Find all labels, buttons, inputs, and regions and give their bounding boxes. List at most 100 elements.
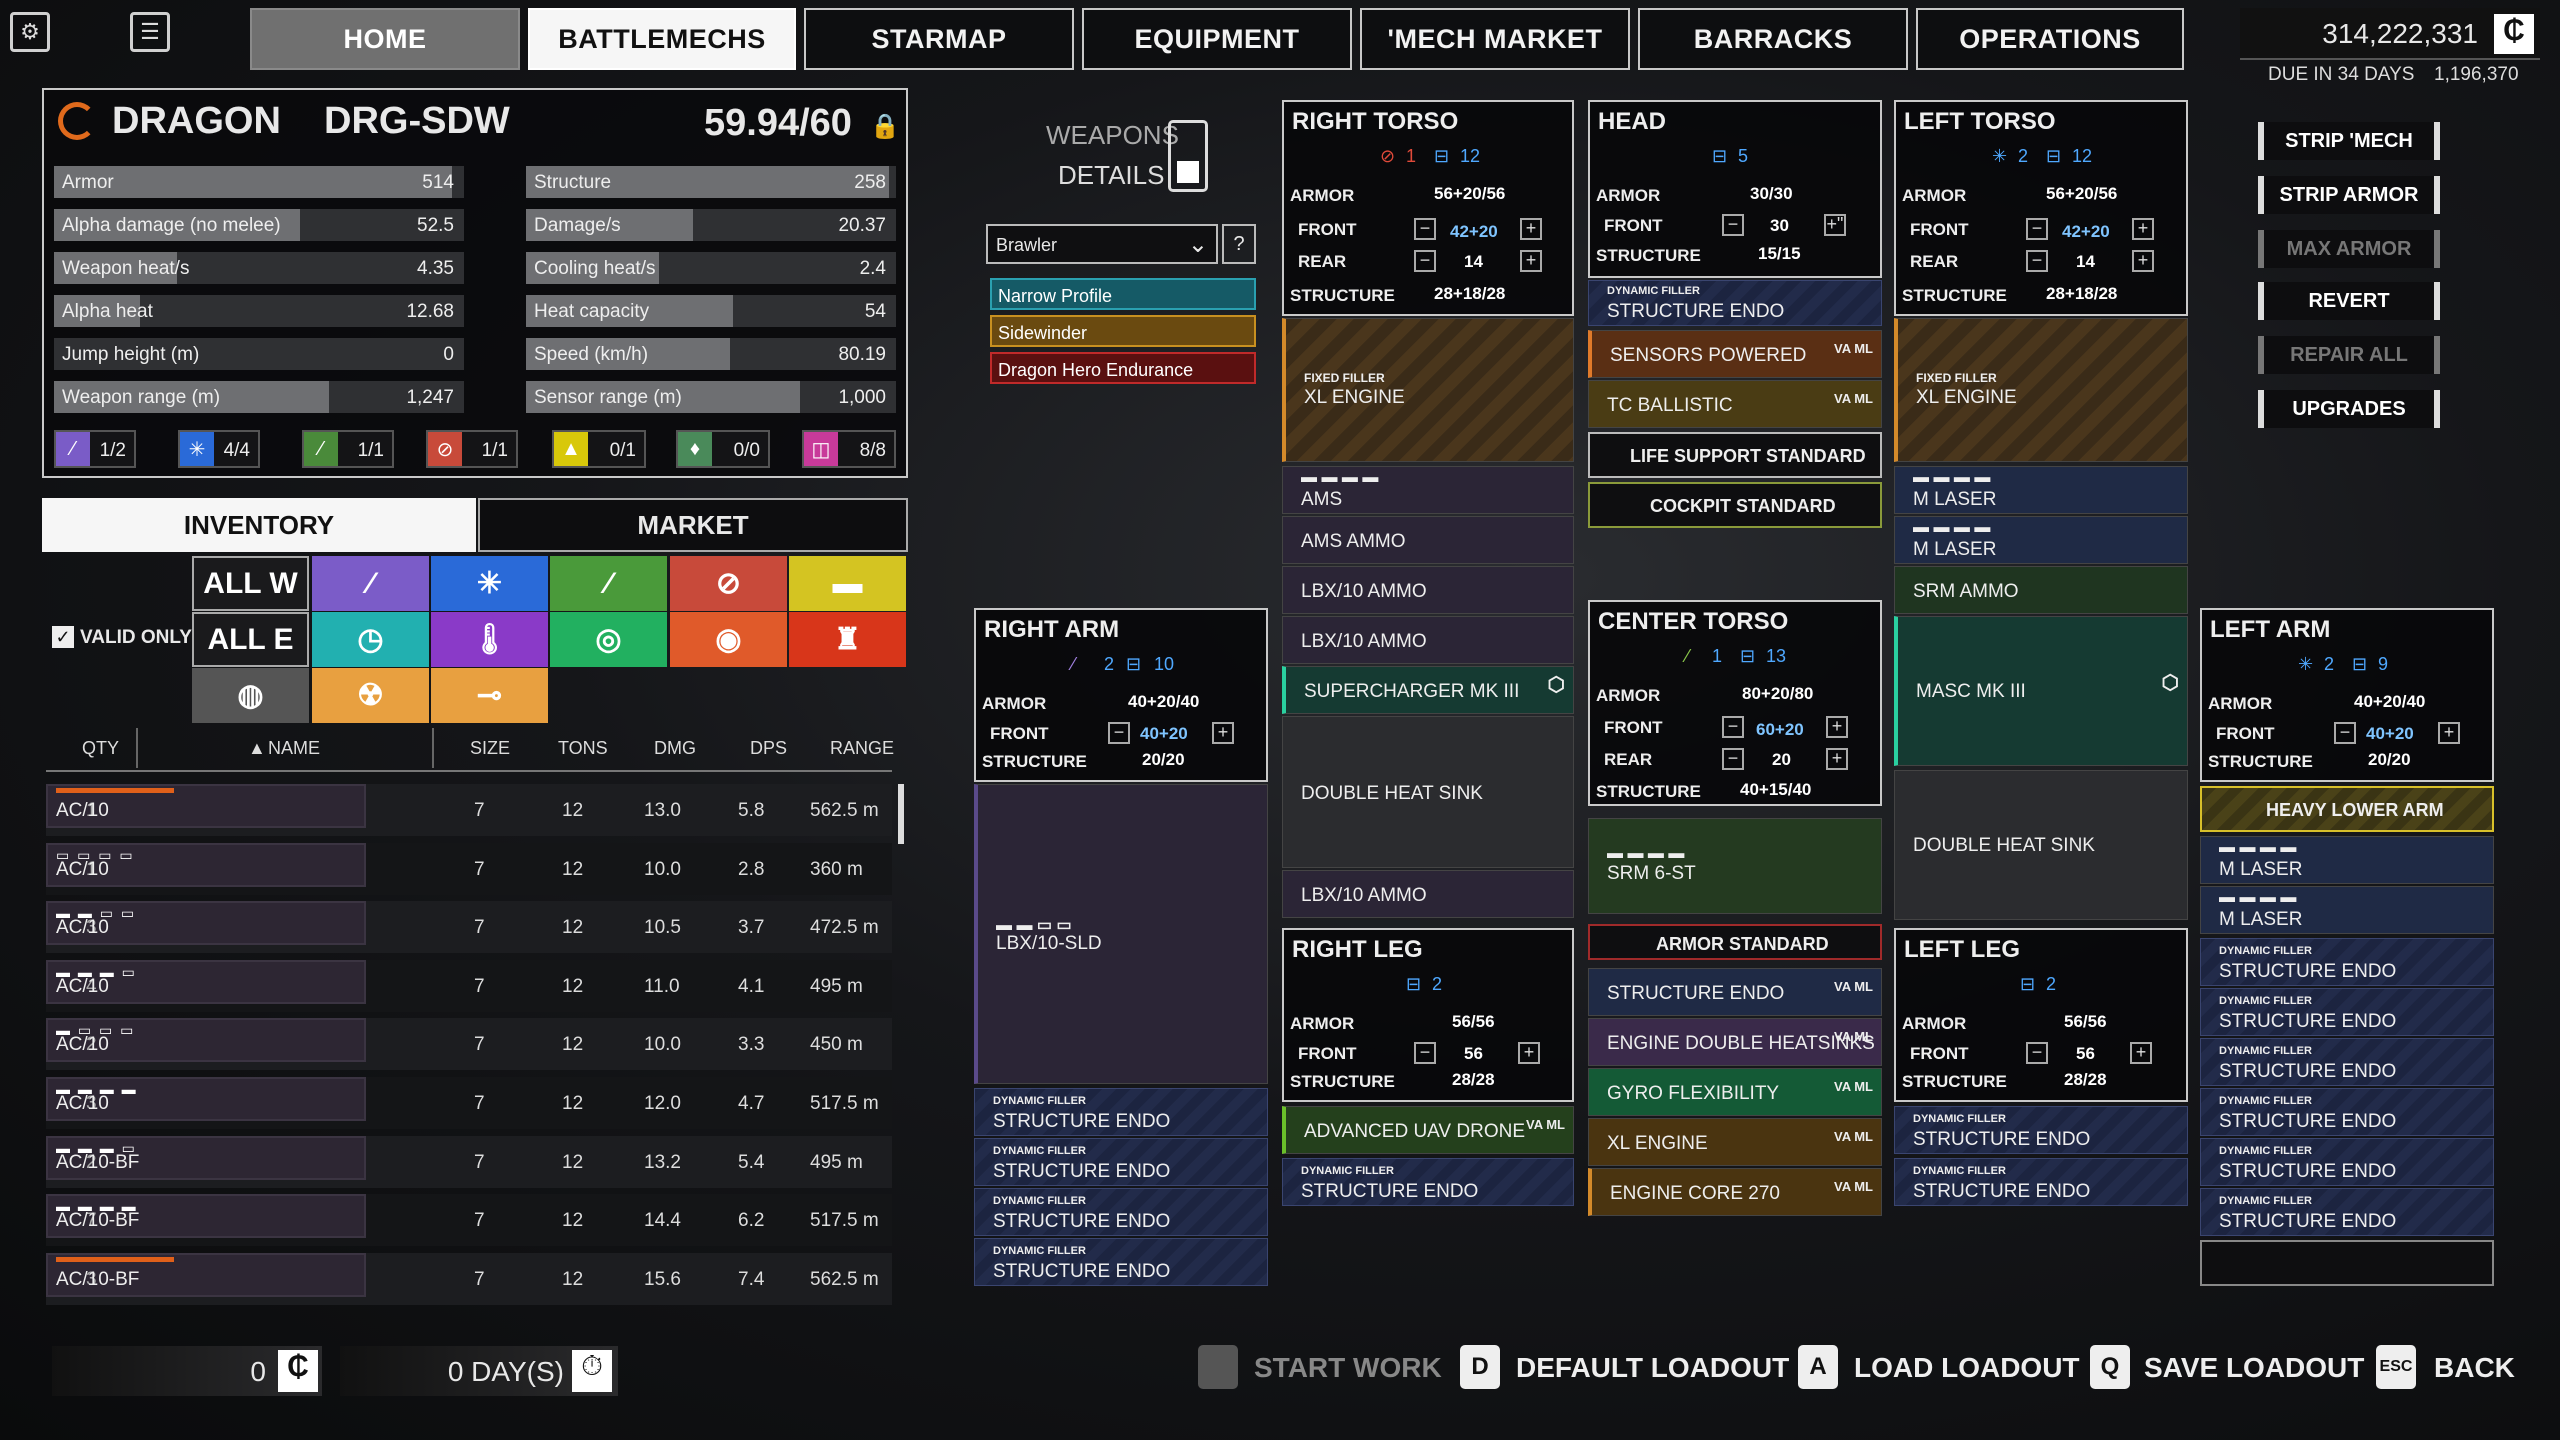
slot-double-heat-sink[interactable]: DOUBLE HEAT SINK <box>1894 770 2188 920</box>
part-left-torso[interactable]: LEFT TORSO ✳ 2 ⊟ 12 ARMOR 56+20/56 FRONT −42… <box>1894 100 2188 316</box>
plus-button[interactable]: + <box>2438 722 2460 744</box>
slot-structure-endo[interactable]: DYNAMIC FILLER STRUCTURE ENDO <box>2200 988 2494 1036</box>
minus-button[interactable]: − <box>2026 218 2048 240</box>
slot-structure-endo[interactable]: DYNAMIC FILLER STRUCTURE ENDO <box>2200 1088 2494 1136</box>
col-qty[interactable]: QTY <box>82 738 119 759</box>
scrollbar[interactable] <box>898 784 904 844</box>
slot-ams[interactable]: ▬ ▬ ▬ ▬ AMS <box>1282 466 1574 514</box>
tab-operations[interactable]: OPERATIONS <box>1916 8 2184 70</box>
plus-button[interactable]: + <box>1520 218 1542 240</box>
back-button[interactable]: BACK <box>2434 1352 2515 1384</box>
slot-armor-standard[interactable]: ARMOR STANDARD <box>1588 924 1882 960</box>
slot-lbx-ammo[interactable]: LBX/10 AMMO <box>1282 566 1574 614</box>
slot-cockpit[interactable]: COCKPIT STANDARD <box>1588 482 1882 528</box>
slot-engine-heatsinks[interactable]: ENGINE DOUBLE HEATSINKS VA ML <box>1588 1018 1882 1066</box>
filter-all-equipment[interactable]: ALL E <box>192 612 309 667</box>
slot-xl-engine[interactable]: XL ENGINE VA ML <box>1588 1118 1882 1166</box>
load-loadout-key[interactable]: A <box>1798 1345 1838 1389</box>
table-row[interactable]: 2 ▬ ▬ ▬ ▭ AC/10-BF 7 12 13.2 5.4 495 m <box>46 1135 892 1188</box>
tab-starmap[interactable]: STARMAP <box>804 8 1074 70</box>
part-center-torso[interactable]: CENTER TORSO ⁄ 1 ⊟ 13 ARMOR 80+20/80 FRONT −… <box>1588 600 1882 806</box>
minus-button[interactable]: − <box>1414 1042 1436 1064</box>
minus-button[interactable]: − <box>1414 218 1436 240</box>
valid-only-checkbox[interactable]: ✓ <box>52 626 74 648</box>
minus-button[interactable]: − <box>1414 250 1436 272</box>
col-dps[interactable]: DPS <box>750 738 787 759</box>
minus-button[interactable]: − <box>2334 722 2356 744</box>
slot-lbx-ammo[interactable]: LBX/10 AMMO <box>1282 616 1574 664</box>
max-armor-button[interactable]: MAX ARMOR <box>2258 230 2440 268</box>
col-name[interactable]: NAME <box>268 738 320 759</box>
filter-all-weapons[interactable]: ALL W <box>192 556 309 611</box>
filter-missile-icon[interactable]: ▬ <box>789 556 906 611</box>
start-work-button[interactable]: START WORK <box>1254 1352 1442 1384</box>
slot-structure-endo[interactable]: DYNAMIC FILLER STRUCTURE ENDO <box>2200 938 2494 986</box>
minus-button[interactable]: − <box>2026 250 2048 272</box>
filter-mech-icon[interactable]: ♜ <box>789 612 906 667</box>
plus-button[interactable]: + <box>2132 218 2154 240</box>
filter-heat-icon[interactable]: 🌡 <box>431 612 548 667</box>
back-key[interactable]: ESC <box>2376 1345 2416 1389</box>
plus-button[interactable]: + <box>1826 716 1848 738</box>
slot-uav-drone[interactable]: ADVANCED UAV DRONE VA ML <box>1282 1106 1574 1154</box>
table-row[interactable]: 4 ▬ ▬ ▬ ▭ AC/10 7 12 11.0 4.1 495 m <box>46 959 892 1012</box>
slot-ams-ammo[interactable]: AMS AMMO <box>1282 516 1574 564</box>
table-row[interactable]: 3 AC/10-BF 7 12 15.6 7.4 562.5 m <box>46 1252 892 1305</box>
slot-structure-endo[interactable]: DYNAMIC FILLER STRUCTURE ENDO <box>974 1138 1268 1186</box>
strip-mech-button[interactable]: STRIP 'MECH <box>2258 122 2440 160</box>
save-loadout-button[interactable]: SAVE LOADOUT <box>2144 1352 2364 1384</box>
plus-button[interactable]: + <box>2132 250 2154 272</box>
strip-armor-button[interactable]: STRIP ARMOR <box>2258 176 2440 214</box>
slot-structure-endo[interactable]: DYNAMIC FILLER STRUCTURE ENDO <box>974 1238 1268 1286</box>
slot-srm-6-st[interactable]: ▬ ▬ ▬ ▬ SRM 6-ST <box>1588 818 1882 914</box>
slot-m-laser[interactable]: ▬ ▬ ▬ ▬ M LASER <box>2200 886 2494 934</box>
loadout-dropdown[interactable]: Brawler ⌄ <box>986 224 1218 264</box>
slot-gyro[interactable]: GYRO FLEXIBILITY VA ML <box>1588 1068 1882 1116</box>
save-loadout-key[interactable]: Q <box>2090 1345 2130 1389</box>
slot-xl-engine[interactable]: FIXED FILLER XL ENGINE <box>1894 318 2188 462</box>
slot-m-laser[interactable]: ▬ ▬ ▬ ▬ M LASER <box>1894 516 2188 564</box>
tab-inventory[interactable]: INVENTORY <box>42 498 476 552</box>
slot-m-laser[interactable]: ▬ ▬ ▬ ▬ M LASER <box>2200 836 2494 884</box>
slot-structure-endo[interactable]: DYNAMIC FILLER STRUCTURE ENDO <box>1894 1158 2188 1206</box>
upgrades-button[interactable]: UPGRADES <box>2258 390 2440 428</box>
plus-button[interactable]: + <box>1518 1042 1540 1064</box>
slot-structure-endo[interactable]: DYNAMIC FILLER STRUCTURE ENDO <box>2200 1188 2494 1236</box>
slot-heavy-lower-arm[interactable]: HEAVY LOWER ARM <box>2200 786 2494 832</box>
default-loadout-key[interactable]: D <box>1460 1345 1500 1389</box>
filter-armor-icon[interactable]: ◍ <box>192 668 309 723</box>
revert-button[interactable]: REVERT <box>2258 282 2440 320</box>
slot-sensors[interactable]: SENSORS POWERED VA ML <box>1588 330 1882 378</box>
load-loadout-button[interactable]: LOAD LOADOUT <box>1854 1352 2080 1384</box>
slot-structure-endo[interactable]: DYNAMIC FILLER STRUCTURE ENDO <box>2200 1138 2494 1186</box>
filter-sensor-icon[interactable]: ◎ <box>550 612 667 667</box>
slot-srm-ammo[interactable]: SRM AMMO <box>1894 566 2188 614</box>
table-row[interactable]: 2 ▬ ▭ ▭ ▭ AC/10 7 12 10.0 3.3 450 m <box>46 1018 892 1071</box>
repair-all-button[interactable]: REPAIR ALL <box>2258 336 2440 374</box>
tab-battlemechs[interactable]: BATTLEMECHS <box>528 8 796 70</box>
part-right-arm[interactable]: RIGHT ARM ⁄ 2 ⊟ 10 ARMOR 40+20/40 FRONT −40+… <box>974 608 1268 782</box>
log-icon[interactable]: ☰ <box>130 12 170 52</box>
slot-structure-endo[interactable]: DYNAMIC FILLER STRUCTURE ENDO <box>1282 1158 1574 1206</box>
slot-supercharger[interactable]: SUPERCHARGER MK III ⬡ <box>1282 666 1574 714</box>
slot-structure-endo[interactable]: DYNAMIC FILLER STRUCTURE ENDO <box>1894 1106 2188 1154</box>
filter-ballistic-icon[interactable]: ⁄ <box>550 556 667 611</box>
filter-gauge-icon[interactable]: ◷ <box>312 612 429 667</box>
minus-button[interactable]: − <box>1722 716 1744 738</box>
slot-life-support[interactable]: LIFE SUPPORT STANDARD <box>1588 432 1882 478</box>
mechlab-icon[interactable]: ⚙ <box>10 12 50 52</box>
weapons-details-toggle[interactable] <box>1168 120 1208 192</box>
tab-barracks[interactable]: BARRACKS <box>1638 8 1908 70</box>
plus-button[interactable]: + <box>1826 748 1848 770</box>
slot-xl-engine[interactable]: FIXED FILLER XL ENGINE <box>1282 318 1574 462</box>
slot-structure-endo[interactable]: DYNAMIC FILLER STRUCTURE ENDO <box>974 1188 1268 1236</box>
slot-engine-core[interactable]: ENGINE CORE 270 VA ML <box>1588 1168 1882 1216</box>
minus-button[interactable]: − <box>1722 748 1744 770</box>
tab-home[interactable]: HOME <box>250 8 520 70</box>
table-row[interactable]: 1 AC/10 7 12 13.0 5.8 562.5 m <box>46 784 892 836</box>
filter-signal-icon[interactable]: ◉ <box>670 612 787 667</box>
part-right-leg[interactable]: RIGHT LEG ⊟ 2 ARMOR 56/56 FRONT − 56 + STRUCT… <box>1282 928 1574 1102</box>
part-left-leg[interactable]: LEFT LEG ⊟ 2 ARMOR 56/56 FRONT − 56 + STRUCTU… <box>1894 928 2188 1102</box>
start-work-key[interactable] <box>1198 1345 1238 1389</box>
minus-button[interactable]: − <box>1722 214 1744 236</box>
